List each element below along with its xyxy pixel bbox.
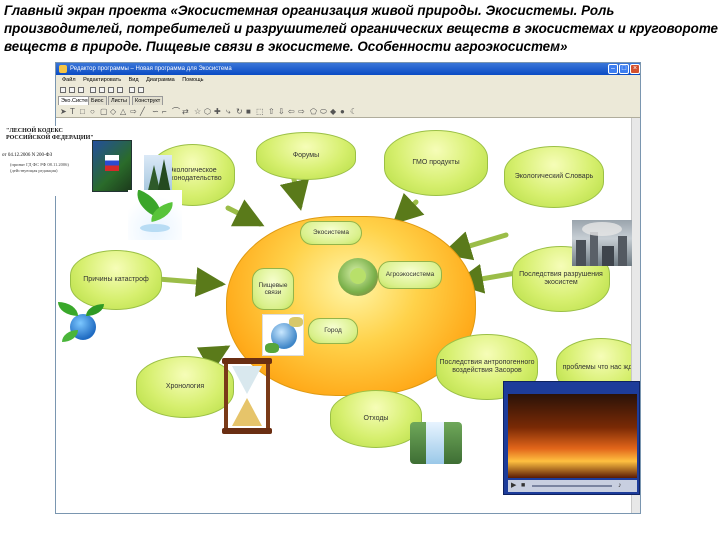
circle-arrow-icon[interactable]: ↻ — [236, 108, 243, 116]
book-cover-image — [92, 140, 132, 192]
arrow-left-icon[interactable]: ⇦ — [288, 108, 295, 116]
inner-node-ecosystem[interactable]: Экосистема — [300, 221, 362, 245]
menu-help[interactable]: Помощь — [182, 77, 203, 83]
oval-icon[interactable]: ⬭ — [320, 108, 327, 116]
moon-icon[interactable]: ☾ — [350, 108, 357, 116]
play-icon[interactable]: ▶ — [511, 482, 516, 490]
inner-node-food-chains[interactable]: Пищевые связи — [252, 268, 294, 310]
bend-icon[interactable]: ⤷ — [226, 108, 230, 116]
apple-hands-image — [338, 258, 378, 296]
cut-icon[interactable] — [99, 87, 105, 93]
globe-collage-image — [262, 314, 304, 356]
slide-title-line-2: производителей, потребителей и разрушите… — [4, 21, 719, 36]
close-button[interactable]: × — [630, 64, 640, 74]
window-titlebar: Редактор программы – Новая программа для… — [56, 63, 640, 75]
star-icon[interactable]: ☆ — [194, 108, 201, 116]
ellipse-icon[interactable]: ○ — [90, 108, 95, 116]
redo-icon[interactable] — [138, 87, 144, 93]
forest-code-note: (принят ГД ФС РФ 08.11.2006) (действующа… — [10, 162, 69, 173]
node-forums[interactable]: Форумы — [256, 132, 356, 180]
open-icon[interactable] — [69, 87, 75, 93]
menu-file[interactable]: Файл — [62, 77, 76, 83]
video-controls[interactable]: ▶ ■ ♪ — [508, 480, 637, 492]
minimize-button[interactable]: – — [608, 64, 618, 74]
flag-icon — [105, 155, 119, 171]
double-arrow-icon[interactable]: ⇄ — [182, 108, 189, 116]
forest-code-title: "ЛЕСНОЙ КОДЕКС РОССИЙСКОЙ ФЕДЕРАЦИИ" — [6, 128, 94, 141]
arrow-shape-icon[interactable]: ⇨ — [130, 108, 137, 116]
inner-node-city[interactable]: Город — [308, 318, 358, 344]
menu-diagram[interactable]: Диаграмма — [146, 77, 175, 83]
new-icon[interactable] — [60, 87, 66, 93]
square-icon[interactable]: ■ — [246, 108, 251, 116]
diamond-icon[interactable]: ◇ — [110, 108, 116, 116]
pointer-icon[interactable]: ➤ — [60, 108, 67, 116]
arrow-right-icon[interactable]: ⇨ — [298, 108, 305, 116]
dotted-rect-icon[interactable]: ⬚ — [256, 108, 264, 116]
shapes-toolbar: ➤ T □ ○ ▢ ◇ △ ⇨ ╱ ∽ ⌐ ⌒ ⇄ ☆ ⬡ ✚ ⤷ ↻ ■ ⬚ … — [56, 105, 640, 118]
volume-icon[interactable]: ♪ — [618, 482, 622, 490]
curve-icon[interactable]: ∽ — [152, 108, 159, 116]
hexagon-icon[interactable]: ⬡ — [204, 108, 211, 116]
city-pollution-photo — [572, 220, 632, 266]
rectangle-icon[interactable]: □ — [80, 108, 85, 116]
arrow-down-icon[interactable]: ⇩ — [278, 108, 285, 116]
triangle-icon[interactable]: △ — [120, 108, 126, 116]
hourglass-image — [220, 358, 274, 434]
earth-leaves-image — [58, 300, 106, 346]
forest-fire-video-frame — [508, 394, 637, 478]
rounded-rect-icon[interactable]: ▢ — [100, 108, 108, 116]
slide-title: Главный экран проекта «Экосистемная орга… — [4, 2, 720, 56]
undo-icon[interactable] — [129, 87, 135, 93]
tab-bios[interactable]: Биос — [88, 96, 107, 105]
tab-sheets[interactable]: Листы — [108, 96, 130, 105]
node-waste[interactable]: Отходы — [330, 390, 422, 448]
circle-fill-icon[interactable]: ● — [340, 108, 345, 116]
stop-icon[interactable]: ■ — [521, 482, 525, 490]
print-icon[interactable] — [90, 87, 96, 93]
waterfall-image — [410, 422, 462, 464]
slide-title-line-1: Главный экран проекта «Экосистемная орга… — [4, 3, 615, 18]
maximize-button[interactable]: □ — [619, 64, 629, 74]
save-icon[interactable] — [78, 87, 84, 93]
forest-code-number: от 04.12.2006 N 200-ФЗ — [2, 153, 53, 158]
menu-edit[interactable]: Редактировать — [83, 77, 121, 83]
diamond-fill-icon[interactable]: ◆ — [330, 108, 336, 116]
pentagon-icon[interactable]: ⬠ — [310, 108, 317, 116]
tab-constructor[interactable]: Конструкт — [132, 96, 164, 105]
slide-title-line-3: веществ в природе. Пищевые связи в экоси… — [4, 39, 568, 54]
window-title: Редактор программы – Новая программа для… — [70, 66, 232, 72]
leaf-drop-image — [128, 190, 182, 240]
seek-bar[interactable] — [532, 485, 612, 487]
inner-node-agroecosystem[interactable]: Агроэкосистема — [378, 261, 442, 289]
paste-icon[interactable] — [117, 87, 123, 93]
app-icon — [59, 65, 67, 73]
arrow-up-icon[interactable]: ⇧ — [268, 108, 275, 116]
text-icon[interactable]: T — [70, 108, 75, 116]
video-player[interactable]: ▶ ■ ♪ — [503, 381, 640, 495]
tab-bar: Эко.Система Биос Листы Конструкт — [56, 96, 640, 105]
cross-icon[interactable]: ✚ — [214, 108, 221, 116]
menu-bar: Файл Редактировать Вид Диаграмма Помощь — [56, 75, 640, 85]
line-icon[interactable]: ╱ — [140, 108, 145, 116]
node-dictionary[interactable]: Экологический Словарь — [504, 146, 604, 208]
menu-view[interactable]: Вид — [129, 77, 139, 83]
bracket-icon[interactable]: ⌒ — [172, 108, 180, 116]
copy-icon[interactable] — [108, 87, 114, 93]
connector-icon[interactable]: ⌐ — [162, 108, 167, 116]
node-gmo[interactable]: ГМО продукты — [384, 130, 488, 196]
